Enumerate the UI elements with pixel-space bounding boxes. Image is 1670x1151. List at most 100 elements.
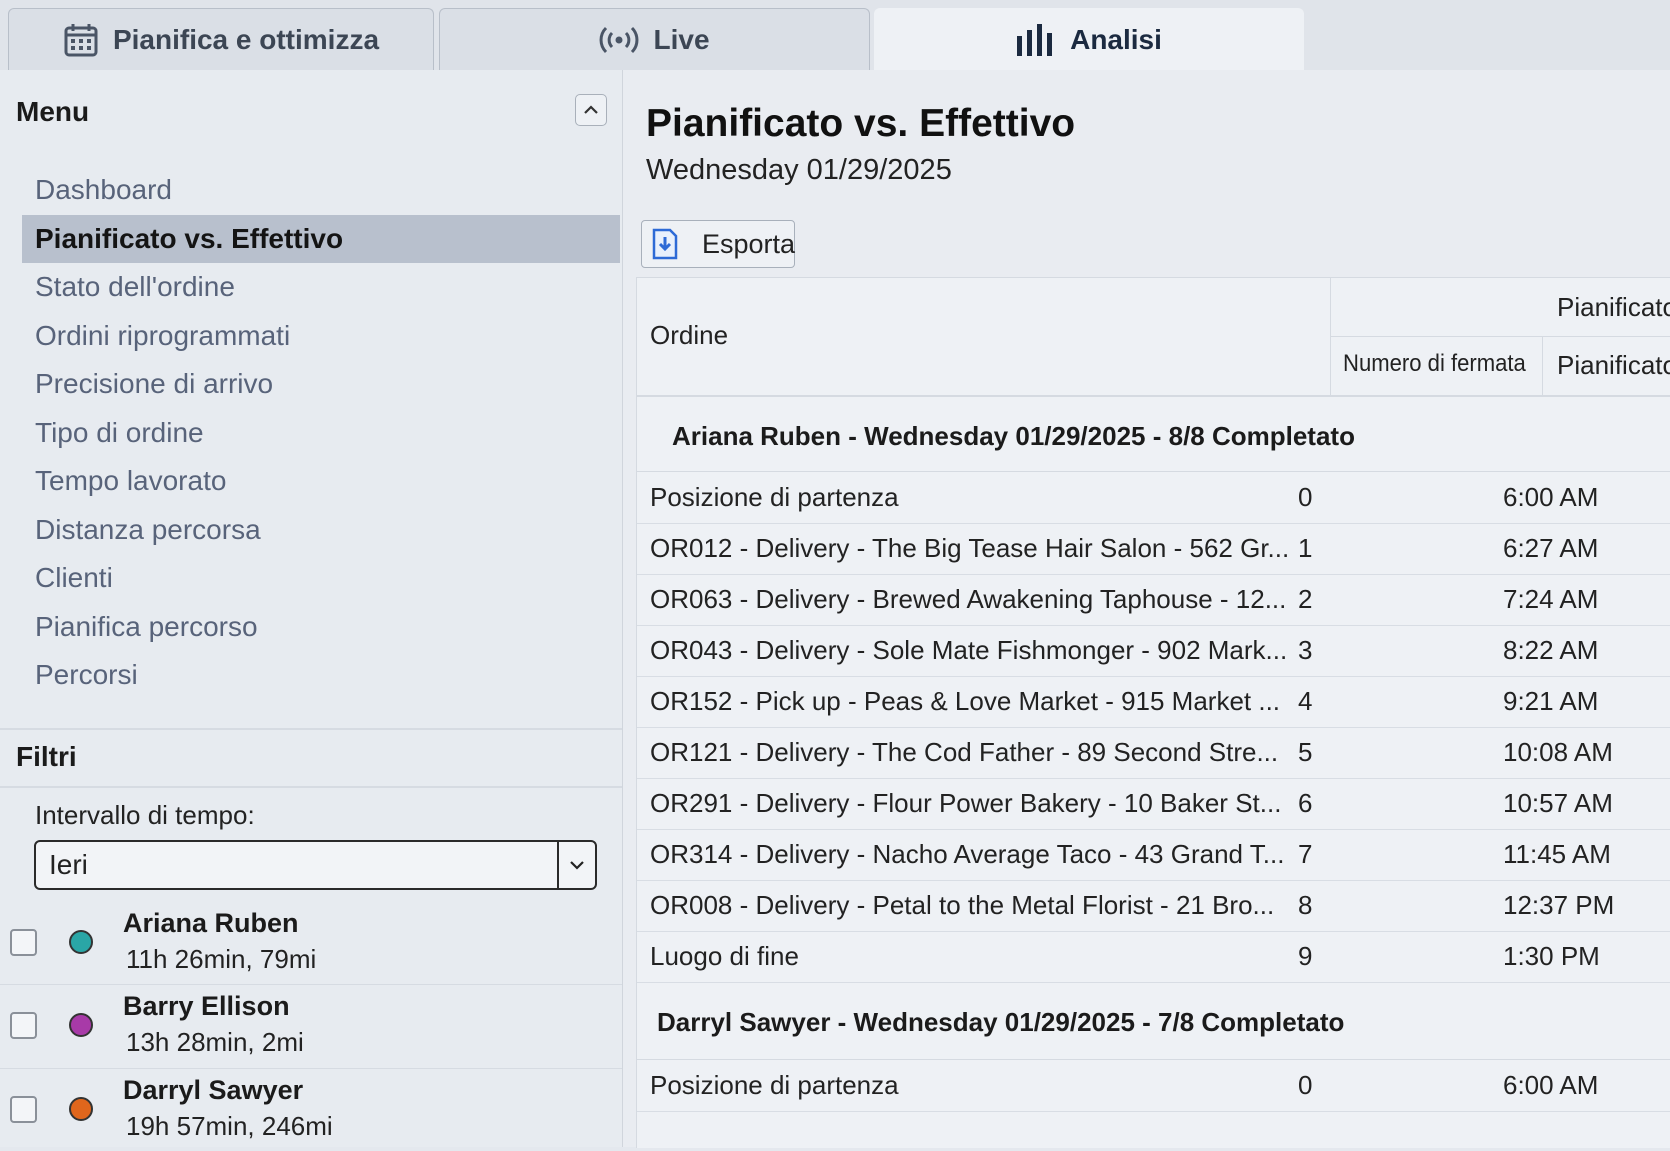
driver-checkbox[interactable] xyxy=(10,1012,37,1039)
table-row[interactable]: Posizione di partenza 0 6:00 AM xyxy=(637,472,1670,524)
planned-time-cell: 7:24 AM xyxy=(1503,584,1599,614)
chevron-down-icon[interactable] xyxy=(557,842,595,888)
stop-number-cell: 0 xyxy=(1298,1070,1313,1100)
tab-pianifica[interactable]: Pianifica e ottimizza xyxy=(8,8,434,70)
stop-number-cell: 1 xyxy=(1298,533,1313,563)
collapse-menu-button[interactable] xyxy=(575,94,607,126)
stop-number-cell: 2 xyxy=(1298,584,1313,614)
column-header-stop-number[interactable]: Numero di fermata xyxy=(1343,350,1526,378)
table-row[interactable]: OR012 - Delivery - The Big Tease Hair Sa… xyxy=(637,523,1670,575)
group-row: Ariana Ruben - Wednesday 01/29/2025 - 8/… xyxy=(637,397,1670,472)
planned-time-cell: 6:00 AM xyxy=(1503,1070,1599,1100)
table-row[interactable]: Luogo di fine 9 1:30 PM xyxy=(637,931,1670,983)
menu-item-dashboard[interactable]: Dashboard xyxy=(22,166,620,215)
planned-time-cell: 8:22 AM xyxy=(1503,635,1599,665)
order-cell: OR012 - Delivery - The Big Tease Hair Sa… xyxy=(650,533,1290,563)
export-label: Esporta xyxy=(702,228,796,259)
planned-time-cell: 12:37 PM xyxy=(1503,890,1615,920)
menu-item-ordini-riprogrammati[interactable]: Ordini riprogrammati xyxy=(22,312,620,361)
driver-item: Ariana Ruben 11h 26min, 79mi xyxy=(0,902,622,984)
top-tab-bar: Pianifica e ottimizza Live Analisi xyxy=(0,0,1670,70)
table-row[interactable]: OR121 - Delivery - The Cod Father - 89 S… xyxy=(637,727,1670,779)
driver-item: Barry Ellison 13h 28min, 2mi xyxy=(0,985,622,1067)
order-cell: Posizione di partenza xyxy=(650,482,899,512)
column-group-header-planned: Pianificato xyxy=(1557,292,1670,322)
table-row[interactable]: OR063 - Delivery - Brewed Awakening Taph… xyxy=(637,574,1670,626)
menu-title: Menu xyxy=(16,96,90,127)
order-cell: OR152 - Pick up - Peas & Love Market - 9… xyxy=(650,686,1281,716)
tab-live[interactable]: Live xyxy=(439,8,870,70)
column-header-order[interactable]: Ordine xyxy=(650,320,728,351)
driver-stats: 13h 28min, 2mi xyxy=(126,1027,304,1057)
planned-time-cell: 9:21 AM xyxy=(1503,686,1599,716)
menu-item-pianificato-vs-effettivo[interactable]: Pianificato vs. Effettivo xyxy=(22,214,620,263)
order-cell: OR314 - Delivery - Nacho Average Taco - … xyxy=(650,839,1285,869)
page-title: Pianificato vs. Effettivo xyxy=(646,102,1076,145)
planned-time-cell: 10:08 AM xyxy=(1503,737,1613,767)
divider xyxy=(0,786,622,788)
sidebar: Menu Dashboard Pianificato vs. Effettivo… xyxy=(0,70,623,1147)
interval-select-value: Ieri xyxy=(49,849,88,880)
stop-number-cell: 8 xyxy=(1298,890,1313,920)
stop-number-cell: 5 xyxy=(1298,737,1313,767)
menu-item-clienti[interactable]: Clienti xyxy=(22,554,620,603)
planned-time-cell: 6:00 AM xyxy=(1503,482,1599,512)
tab-label: Pianifica e ottimizza xyxy=(112,23,380,55)
broadcast-icon xyxy=(599,25,639,55)
stop-number-cell: 4 xyxy=(1298,686,1313,716)
order-cell: OR043 - Delivery - Sole Mate Fishmonger … xyxy=(650,635,1288,665)
stop-number-cell: 6 xyxy=(1298,788,1313,818)
driver-checkbox[interactable] xyxy=(10,1096,37,1123)
interval-select[interactable]: Ieri xyxy=(34,840,597,890)
table-row[interactable]: Posizione di partenza 0 6:00 AM xyxy=(637,1060,1670,1112)
divider xyxy=(0,728,622,730)
tab-label: Analisi xyxy=(1070,23,1162,55)
calendar-icon xyxy=(63,22,99,58)
menu-item-pianifica-percorso[interactable]: Pianifica percorso xyxy=(22,603,620,652)
driver-name: Darryl Sawyer xyxy=(123,1075,304,1105)
table-row[interactable]: OR314 - Delivery - Nacho Average Taco - … xyxy=(637,829,1670,881)
driver-color-dot xyxy=(69,930,93,954)
column-header-planned-time[interactable]: Pianificato xyxy=(1557,350,1670,381)
interval-label: Intervallo di tempo: xyxy=(35,800,255,830)
menu-item-stato-ordine[interactable]: Stato dell'ordine xyxy=(22,263,620,312)
export-button[interactable]: Esporta xyxy=(641,220,795,268)
planned-time-cell: 11:45 AM xyxy=(1503,839,1611,869)
table-row[interactable]: OR008 - Delivery - Petal to the Metal Fl… xyxy=(637,880,1670,932)
group-label: Ariana Ruben - Wednesday 01/29/2025 - 8/… xyxy=(672,421,1355,451)
tab-label: Live xyxy=(653,23,710,55)
table-row[interactable]: OR152 - Pick up - Peas & Love Market - 9… xyxy=(637,676,1670,728)
order-cell: OR063 - Delivery - Brewed Awakening Taph… xyxy=(650,584,1287,614)
driver-color-dot xyxy=(69,1097,93,1121)
driver-name: Barry Ellison xyxy=(123,991,290,1021)
order-cell: OR121 - Delivery - The Cod Father - 89 S… xyxy=(650,737,1279,767)
planned-time-cell: 6:27 AM xyxy=(1503,533,1599,563)
driver-item: Darryl Sawyer 19h 57min, 246mi xyxy=(0,1069,622,1151)
planned-time-cell: 10:57 AM xyxy=(1503,788,1613,818)
menu-item-distanza-percorsa[interactable]: Distanza percorsa xyxy=(22,506,620,555)
group-label: Darryl Sawyer - Wednesday 01/29/2025 - 7… xyxy=(657,1007,1345,1037)
order-cell: Posizione di partenza xyxy=(650,1070,899,1100)
download-file-icon xyxy=(652,228,678,260)
driver-color-dot xyxy=(69,1013,93,1037)
order-cell: OR008 - Delivery - Petal to the Metal Fl… xyxy=(650,890,1275,920)
menu-item-tipo-ordine[interactable]: Tipo di ordine xyxy=(22,409,620,458)
planned-time-cell: 1:30 PM xyxy=(1503,941,1600,971)
stop-number-cell: 0 xyxy=(1298,482,1313,512)
tab-analisi[interactable]: Analisi xyxy=(874,8,1304,70)
menu-item-percorsi[interactable]: Percorsi xyxy=(22,651,620,700)
menu-item-tempo-lavorato[interactable]: Tempo lavorato xyxy=(22,457,620,506)
menu-item-precisione-arrivo[interactable]: Precisione di arrivo xyxy=(22,360,620,409)
table-row[interactable]: OR043 - Delivery - Sole Mate Fishmonger … xyxy=(637,625,1670,677)
stop-number-cell: 3 xyxy=(1298,635,1313,665)
table-row[interactable]: OR291 - Delivery - Flour Power Bakery - … xyxy=(637,778,1670,830)
header-divider xyxy=(1331,336,1670,337)
driver-stats: 19h 57min, 246mi xyxy=(126,1111,333,1141)
driver-checkbox[interactable] xyxy=(10,929,37,956)
bar-chart-icon xyxy=(1016,23,1056,56)
driver-stats: 11h 26min, 79mi xyxy=(126,944,317,974)
stop-number-cell: 7 xyxy=(1298,839,1313,869)
chevron-up-icon xyxy=(583,104,599,116)
stop-number-cell: 9 xyxy=(1298,941,1313,971)
order-cell: OR291 - Delivery - Flour Power Bakery - … xyxy=(650,788,1282,818)
